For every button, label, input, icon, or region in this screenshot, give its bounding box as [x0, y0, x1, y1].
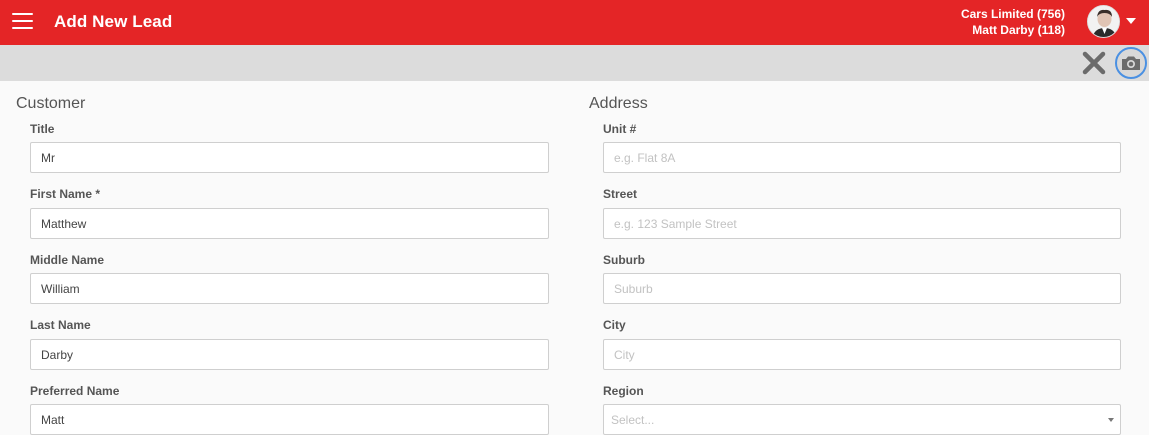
preferred-name-input[interactable] [30, 404, 549, 435]
user-avatar-icon [1088, 6, 1119, 37]
middle-name-input[interactable] [30, 273, 549, 304]
middle-name-label: Middle Name [30, 253, 105, 267]
address-section-title: Address [589, 95, 648, 112]
account-dropdown-icon[interactable] [1126, 18, 1136, 24]
street-label: Street [603, 187, 638, 201]
last-name-label: Last Name [30, 318, 91, 332]
camera-button[interactable] [1115, 47, 1147, 79]
street-input[interactable] [603, 208, 1121, 239]
city-label: City [603, 318, 626, 332]
action-toolbar [0, 45, 1149, 81]
suburb-input[interactable] [603, 273, 1121, 304]
region-label: Region [603, 384, 644, 398]
company-name: Cars Limited (756) [960, 7, 1065, 21]
first-name-input[interactable] [30, 208, 549, 239]
city-input[interactable] [603, 339, 1121, 370]
region-select-placeholder: Select... [611, 413, 655, 427]
title-input[interactable] [30, 142, 549, 173]
unit-input[interactable] [603, 142, 1121, 173]
region-select[interactable]: Select... [603, 404, 1121, 435]
customer-section-title: Customer [16, 95, 86, 112]
top-app-bar: Add New Lead Cars Limited (756) Matt Dar… [0, 0, 1149, 45]
first-name-label: First Name * [30, 187, 101, 201]
chevron-down-icon [1108, 418, 1114, 422]
page-title: Add New Lead [54, 12, 173, 31]
preferred-name-label: Preferred Name [30, 384, 120, 398]
last-name-input[interactable] [30, 339, 549, 370]
camera-icon [1122, 56, 1140, 70]
title-label: Title [30, 122, 55, 136]
hamburger-menu-icon[interactable] [12, 13, 33, 31]
avatar[interactable] [1087, 5, 1120, 38]
unit-label: Unit # [603, 122, 637, 136]
close-icon [1082, 51, 1106, 75]
suburb-label: Suburb [603, 253, 645, 267]
user-info: Cars Limited (756) Matt Darby (118) [961, 6, 1065, 38]
close-button[interactable] [1082, 50, 1106, 76]
user-name: Matt Darby (118) [972, 23, 1065, 37]
